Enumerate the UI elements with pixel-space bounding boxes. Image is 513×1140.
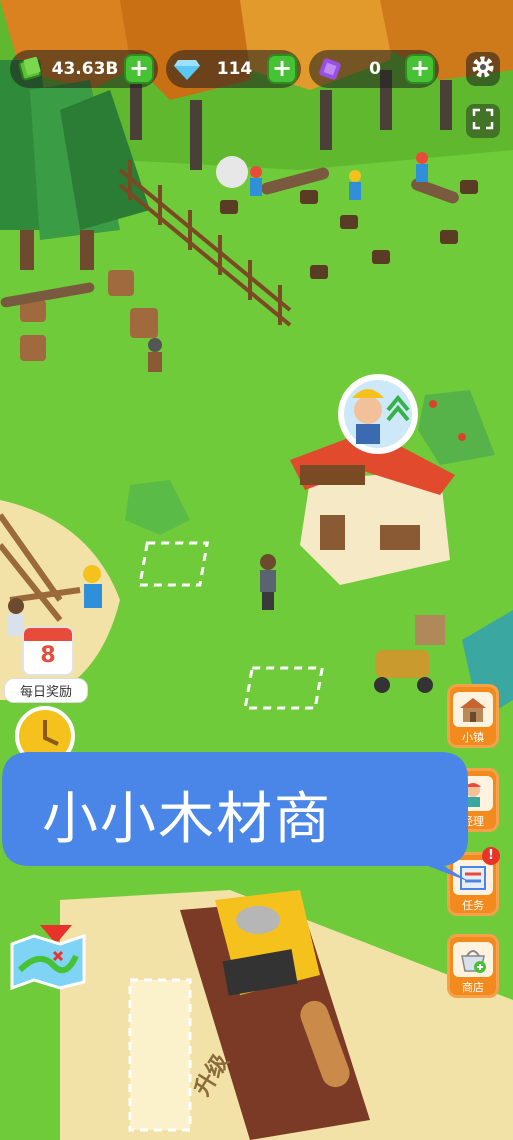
map-icon [10, 933, 86, 994]
gems-counter: 114 + [166, 50, 301, 88]
settings-button[interactable] [466, 52, 500, 86]
shop-button[interactable]: 商店 [447, 934, 499, 998]
add-tickets-button[interactable]: + [405, 54, 435, 84]
cash-counter: 43.63B + [10, 50, 158, 88]
house-icon [453, 692, 493, 727]
map-button[interactable] [10, 930, 86, 991]
shop-basket-icon [453, 942, 493, 977]
title-banner: 小小木材商 [0, 750, 470, 882]
tickets-counter: 0 + [309, 50, 439, 88]
cash-value: 43.63B [51, 59, 119, 79]
tasks-button-label: 任务 [462, 899, 484, 912]
town-button-label: 小镇 [462, 731, 484, 744]
tickets-value: 0 [369, 59, 381, 79]
game-title: 小小木材商 [42, 787, 332, 852]
daily-reward-button[interactable]: 8 每日奖励 [4, 626, 88, 703]
gems-value: 114 [216, 59, 253, 79]
town-button[interactable]: 小镇 [447, 684, 499, 748]
add-cash-button[interactable]: + [124, 54, 154, 84]
daily-day-number: 8 [40, 643, 56, 668]
daily-reward-label: 每日奖励 [4, 678, 88, 703]
cash-stack-icon [16, 54, 46, 84]
shop-button-label: 商店 [462, 981, 484, 994]
notification-badge: ! [482, 847, 500, 865]
purple-ticket-icon [315, 54, 345, 84]
gear-icon [470, 54, 496, 84]
manager-bubble[interactable] [338, 374, 418, 454]
add-gems-button[interactable]: + [267, 54, 297, 84]
diamond-icon [172, 54, 202, 84]
fullscreen-button[interactable] [466, 104, 500, 138]
calendar-icon: 8 [22, 626, 74, 676]
fullscreen-icon [472, 108, 494, 134]
